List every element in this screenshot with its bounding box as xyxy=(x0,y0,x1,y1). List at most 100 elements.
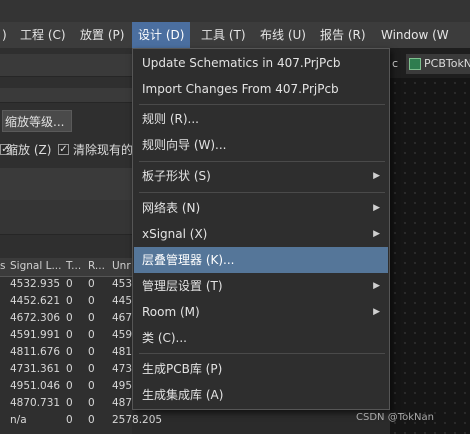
table-cell: 0 xyxy=(88,329,95,341)
table-cell: 445 xyxy=(112,295,133,307)
table-cell: 0 xyxy=(66,380,73,392)
menu-item-label: 规则 (R)... xyxy=(142,112,199,126)
submenu-arrow-icon: ▶ xyxy=(373,171,380,181)
column-header[interactable]: Unr xyxy=(112,260,131,272)
table-cell: 0 xyxy=(66,278,73,290)
panel-strip xyxy=(0,200,132,235)
table-cell: 0 xyxy=(66,329,73,341)
table-cell: 0 xyxy=(88,414,95,426)
table-cell: 0 xyxy=(66,414,73,426)
table-cell: 495 xyxy=(112,380,133,392)
menu-partial[interactable]: ) xyxy=(0,22,13,48)
table-row[interactable]: 4731.361 0 0 473 xyxy=(0,362,132,379)
menu-route[interactable]: 布线 (U) xyxy=(254,22,312,48)
zoom-checkbox-label: 缩放 (Z) xyxy=(6,143,52,157)
menu-item-rules[interactable]: 规则 (R)... xyxy=(134,106,388,132)
column-header[interactable]: T... xyxy=(66,260,81,272)
table-cell: 0 xyxy=(66,295,73,307)
zoom-level-button[interactable]: 缩放等级... xyxy=(2,110,72,132)
submenu-arrow-icon: ▶ xyxy=(373,281,380,291)
submenu-arrow-icon: ▶ xyxy=(373,229,380,239)
table-row[interactable]: 4672.306 0 0 467 xyxy=(0,311,132,328)
clear-existing-label: 清除现有的 xyxy=(73,143,134,157)
menu-item-label: 类 (C)... xyxy=(142,331,188,345)
menu-item-label: 网络表 (N) xyxy=(142,201,201,215)
table-cell: 481 xyxy=(112,346,133,358)
table-cell: 459 xyxy=(112,329,133,341)
table-cell: 453 xyxy=(112,278,133,290)
menu-item-classes[interactable]: 类 (C)... xyxy=(134,325,388,351)
table-cell: 4672.306 xyxy=(10,312,61,324)
submenu-arrow-icon: ▶ xyxy=(373,307,380,317)
menu-item-label: 管理层设置 (T) xyxy=(142,279,223,293)
table-row[interactable]: 4591.991 0 0 459 xyxy=(0,328,132,345)
menu-separator xyxy=(139,161,385,162)
menu-item-label: 层叠管理器 (K)... xyxy=(142,253,235,267)
panel-strip xyxy=(0,88,132,103)
table-row[interactable]: 4870.731 0 0 487 xyxy=(0,396,132,413)
menu-item-manage-layer-sets[interactable]: 管理层设置 (T) ▶ xyxy=(134,273,388,299)
column-header[interactable]: R... xyxy=(88,260,105,272)
menu-design[interactable]: 设计 (D) xyxy=(132,22,191,48)
menu-item-label: Import Changes From 407.PrjPcb xyxy=(142,82,339,96)
menu-reports[interactable]: 报告 (R) xyxy=(314,22,372,48)
design-dropdown-menu: Update Schematics in 407.PrjPcb Import C… xyxy=(132,48,390,410)
menu-item-netlist[interactable]: 网络表 (N) ▶ xyxy=(134,195,388,221)
table-cell: 4951.046 xyxy=(10,380,61,392)
table-row[interactable]: 4532.935 0 0 453 xyxy=(0,277,132,294)
menu-item-label: xSignal (X) xyxy=(142,227,208,241)
table-cell: 467 xyxy=(112,312,133,324)
table-cell: 4870.731 xyxy=(10,397,61,409)
menu-item-make-pcb-library[interactable]: 生成PCB库 (P) xyxy=(134,356,388,382)
table-cell: 473 xyxy=(112,363,133,375)
table-cell: 2578.205 xyxy=(112,414,163,426)
panel-strip xyxy=(0,168,132,183)
table-row[interactable]: 4951.046 0 0 495 xyxy=(0,379,132,396)
table-cell: 4452.621 xyxy=(10,295,61,307)
table-cell: 0 xyxy=(66,346,73,358)
table-cell: 0 xyxy=(66,363,73,375)
menu-place[interactable]: 放置 (P) xyxy=(74,22,130,48)
table-cell: 4811.676 xyxy=(10,346,61,358)
menu-project[interactable]: 工程 (C) xyxy=(14,22,72,48)
menu-item-import-changes[interactable]: Import Changes From 407.PrjPcb xyxy=(134,76,388,102)
panel-strip xyxy=(0,54,132,77)
table-row[interactable]: 4811.676 0 0 481 xyxy=(0,345,132,362)
panel-strip xyxy=(0,182,132,201)
pcb-icon xyxy=(409,58,421,70)
menu-item-layer-stack-manager[interactable]: 层叠管理器 (K)... xyxy=(134,247,388,273)
table-cell: 0 xyxy=(88,312,95,324)
menu-item-room[interactable]: Room (M) ▶ xyxy=(134,299,388,325)
table-row[interactable]: n/a 0 0 2578.205 xyxy=(0,413,162,430)
watermark: CSDN @TokNan xyxy=(356,412,434,423)
menu-item-update-schematics[interactable]: Update Schematics in 407.PrjPcb xyxy=(134,50,388,76)
menu-tools[interactable]: 工具 (T) xyxy=(195,22,252,48)
menu-item-label: 规则向导 (W)... xyxy=(142,138,227,152)
column-header[interactable]: Signal L... xyxy=(10,260,61,272)
table-cell: 4532.935 xyxy=(10,278,61,290)
column-header[interactable]: s xyxy=(0,260,5,272)
table-cell: n/a xyxy=(10,414,27,426)
menu-item-board-shape[interactable]: 板子形状 (S) ▶ xyxy=(134,163,388,189)
document-tab[interactable]: c xyxy=(392,54,398,74)
submenu-arrow-icon: ▶ xyxy=(373,203,380,213)
menu-separator xyxy=(139,104,385,105)
menu-item-label: Room (M) xyxy=(142,305,200,319)
pcb-tab-label: PCBTokN xyxy=(424,57,470,70)
pcb-canvas[interactable] xyxy=(390,78,470,434)
menu-separator xyxy=(139,192,385,193)
menu-item-xsignal[interactable]: xSignal (X) ▶ xyxy=(134,221,388,247)
menu-window[interactable]: Window (W xyxy=(375,22,455,48)
table-cell: 0 xyxy=(88,346,95,358)
menu-item-label: 板子形状 (S) xyxy=(142,169,211,183)
table-cell: 0 xyxy=(88,380,95,392)
clear-existing-checkbox[interactable]: ✓ xyxy=(58,144,69,155)
menu-item-make-integrated-library[interactable]: 生成集成库 (A) xyxy=(134,382,388,408)
table-cell: 0 xyxy=(88,363,95,375)
table-cell: 487 xyxy=(112,397,133,409)
table-cell: 4731.361 xyxy=(10,363,61,375)
pcb-document-tab[interactable]: PCBTokN xyxy=(406,54,470,74)
menu-item-label: 生成PCB库 (P) xyxy=(142,362,223,376)
menu-item-rules-wizard[interactable]: 规则向导 (W)... xyxy=(134,132,388,158)
table-row[interactable]: 4452.621 0 0 445 xyxy=(0,294,132,311)
